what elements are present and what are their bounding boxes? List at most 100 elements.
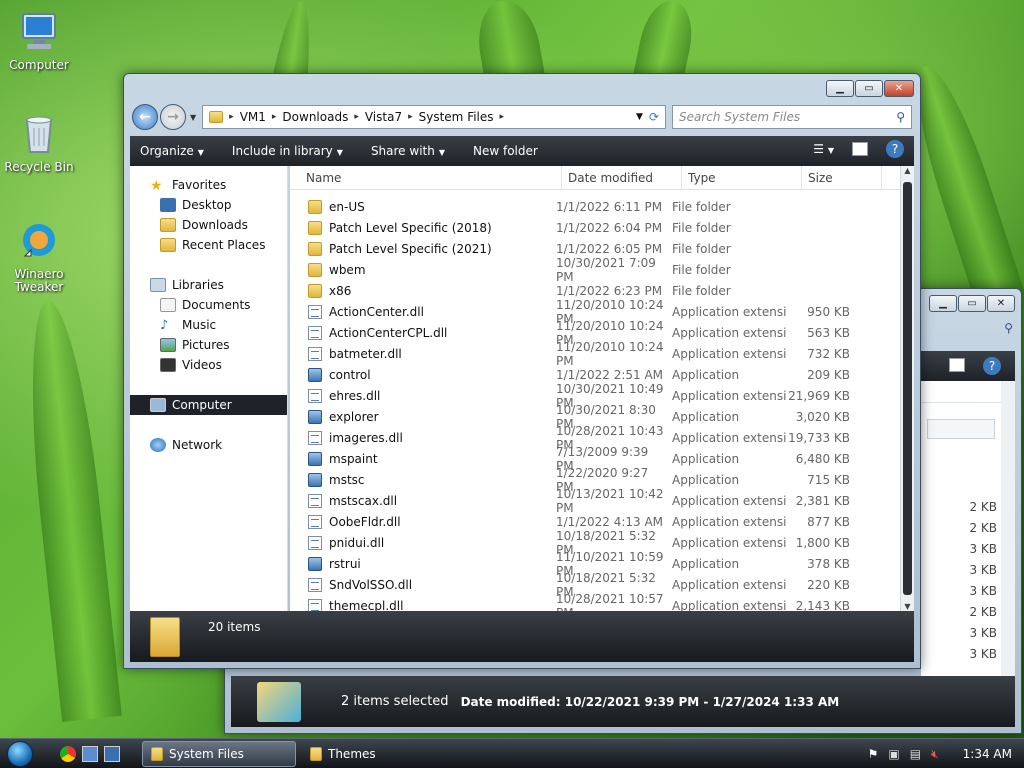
column-date-modified[interactable]: Date modified <box>562 166 682 189</box>
breadcrumb-separator[interactable]: ▸ <box>229 112 234 122</box>
change-view-icon[interactable]: ☰ ▼ <box>813 142 834 156</box>
column-name[interactable]: Name <box>290 166 562 189</box>
scroll-up-icon[interactable]: ▲ <box>901 166 914 175</box>
desktop-icon-recycle-bin[interactable]: Recycle Bin <box>4 112 74 174</box>
item-count: 20 items <box>208 620 261 634</box>
type-cell: Application extensi... <box>672 535 786 550</box>
nav-downloads[interactable]: Downloads <box>130 215 287 235</box>
type-cell: File folder <box>672 241 731 256</box>
preview-pane-icon[interactable] <box>852 142 868 156</box>
preview-pane-icon[interactable] <box>949 358 965 372</box>
breadcrumb-item[interactable]: VM1 <box>240 110 266 124</box>
file-name-cell: ehres.dll <box>290 388 546 403</box>
switch-windows-icon[interactable] <box>104 745 120 762</box>
nav-network[interactable]: Network <box>130 435 287 455</box>
date-cell: 1/1/2022 6:23 PM <box>556 283 663 298</box>
folder-icon <box>310 746 322 761</box>
include-in-library-button[interactable]: Include in library ▼ <box>232 144 343 158</box>
forward-button[interactable]: → <box>160 104 186 130</box>
system-tray: ⚑ ▣ ▤ 🔇︎ 1:34 AM <box>868 739 1012 768</box>
share-with-button[interactable]: Share with ▼ <box>371 144 445 158</box>
system-files-window[interactable]: ▁ ▭ ✕ ← → ▼ ▸ VM1 ▸ Downloads ▸ Vista7 ▸… <box>123 73 921 669</box>
scroll-down-icon[interactable]: ▼ <box>901 602 914 611</box>
navigation-pane: ★ Favorites Desktop Downloads Recent Pla… <box>130 166 288 611</box>
column-type[interactable]: Type <box>682 166 802 189</box>
refresh-icon[interactable]: ⟳ <box>649 110 659 124</box>
dll-file-icon <box>308 325 322 340</box>
documents-icon <box>160 298 176 312</box>
volume-muted-icon[interactable]: 🔇︎ <box>931 747 939 762</box>
maximize-button[interactable]: ▭ <box>855 80 883 97</box>
taskbar: System Files Themes ⚑ ▣ ▤ 🔇︎ 1:34 AM <box>0 738 1024 768</box>
nav-recent-places[interactable]: Recent Places <box>130 235 287 255</box>
breadcrumb-separator[interactable]: ▸ <box>354 112 359 122</box>
nav-favorites[interactable]: ★ Favorites <box>130 175 287 195</box>
minimize-button[interactable]: ▁ <box>929 295 957 312</box>
file-name-cell: rstrui <box>290 556 546 571</box>
taskbar-item-system-files[interactable]: System Files <box>142 740 296 767</box>
network-tray-icon[interactable]: ▣ <box>888 747 899 761</box>
size-cell: 3 KB <box>969 584 997 598</box>
size-cell: 220 KB <box>807 577 850 592</box>
dll-file-icon <box>308 304 322 319</box>
nav-desktop[interactable]: Desktop <box>130 195 287 215</box>
power-tray-icon[interactable]: ▤ <box>910 747 921 761</box>
application-icon <box>308 472 322 487</box>
back-button[interactable]: ← <box>132 104 158 130</box>
help-icon[interactable]: ? <box>886 140 904 158</box>
desktop-icon-winaero-tweaker[interactable]: Winaero Tweaker <box>4 220 74 294</box>
size-cell: 6,480 KB <box>795 451 850 466</box>
table-row[interactable]: mstscax.dll 10/13/2021 10:42 PM Applicatio… <box>290 487 900 515</box>
breadcrumb-separator[interactable]: ▸ <box>272 112 277 122</box>
size-cell: 3 KB <box>969 647 997 661</box>
themes-vertical-scrollbar[interactable] <box>1001 381 1015 676</box>
breadcrumb-item[interactable]: Vista7 <box>365 110 402 124</box>
file-name-cell: en-US <box>290 199 546 214</box>
breadcrumb-separator[interactable]: ▸ <box>408 112 413 122</box>
column-size[interactable]: Size <box>802 166 882 189</box>
search-input[interactable]: Search System Files ⚲ <box>672 105 912 129</box>
search-icon[interactable]: ⚲ <box>896 110 905 124</box>
start-button[interactable] <box>0 739 40 768</box>
recent-pages-dropdown[interactable]: ▼ <box>190 113 196 122</box>
help-icon[interactable]: ? <box>983 357 1001 375</box>
nav-documents[interactable]: Documents <box>130 295 287 315</box>
file-name-cell: x86 <box>290 283 546 298</box>
table-row[interactable]: batmeter.dll 11/20/2010 10:24 PM Applicati… <box>290 340 900 368</box>
nav-pictures[interactable]: Pictures <box>130 335 287 355</box>
close-button[interactable]: ✕ <box>884 80 914 97</box>
address-bar[interactable]: ▸ VM1 ▸ Downloads ▸ Vista7 ▸ System File… <box>202 105 666 129</box>
table-row[interactable]: en-US 1/1/2022 6:11 PM File folder <box>290 196 900 217</box>
clock[interactable]: 1:34 AM <box>963 747 1012 761</box>
desktop-icon-computer[interactable]: Computer <box>4 10 74 72</box>
breadcrumb-separator[interactable]: ▸ <box>500 112 505 122</box>
nav-music[interactable]: ♪ Music <box>130 315 287 335</box>
wallpaper-blade <box>18 298 122 722</box>
organize-button[interactable]: Organize ▼ <box>140 144 204 158</box>
address-dropdown-icon[interactable]: ▼ <box>636 112 643 122</box>
type-cell: Application extensi... <box>672 493 786 508</box>
action-center-flag-icon[interactable]: ⚑ <box>868 747 879 761</box>
nav-videos[interactable]: Videos <box>130 355 287 375</box>
type-cell: Application extensi... <box>672 325 786 340</box>
maximize-button[interactable]: ▭ <box>958 295 986 312</box>
chrome-icon[interactable] <box>60 745 76 762</box>
scroll-thumb[interactable] <box>903 182 912 595</box>
breadcrumb-item[interactable]: System Files <box>419 110 494 124</box>
nav-computer[interactable]: Computer <box>130 395 287 415</box>
show-desktop-icon[interactable] <box>82 745 98 762</box>
nav-libraries[interactable]: Libraries <box>130 275 287 295</box>
new-folder-button[interactable]: New folder <box>473 144 538 158</box>
dll-file-icon <box>308 514 322 529</box>
taskbar-item-themes[interactable]: Themes <box>302 741 456 767</box>
search-icon[interactable]: ⚲ <box>1004 321 1013 335</box>
dll-file-icon <box>308 535 322 550</box>
vertical-scrollbar[interactable]: ▲ ▼ <box>900 166 914 611</box>
table-row[interactable]: wbem 10/30/2021 7:09 PM File folder <box>290 256 900 284</box>
dll-file-icon <box>308 346 322 361</box>
minimize-button[interactable]: ▁ <box>826 80 854 97</box>
table-row[interactable]: Patch Level Specific (2018) 1/1/2022 6:04… <box>290 217 900 238</box>
breadcrumb-item[interactable]: Downloads <box>282 110 348 124</box>
file-name-cell: mstscax.dll <box>290 493 546 508</box>
close-button[interactable]: ✕ <box>987 295 1015 312</box>
